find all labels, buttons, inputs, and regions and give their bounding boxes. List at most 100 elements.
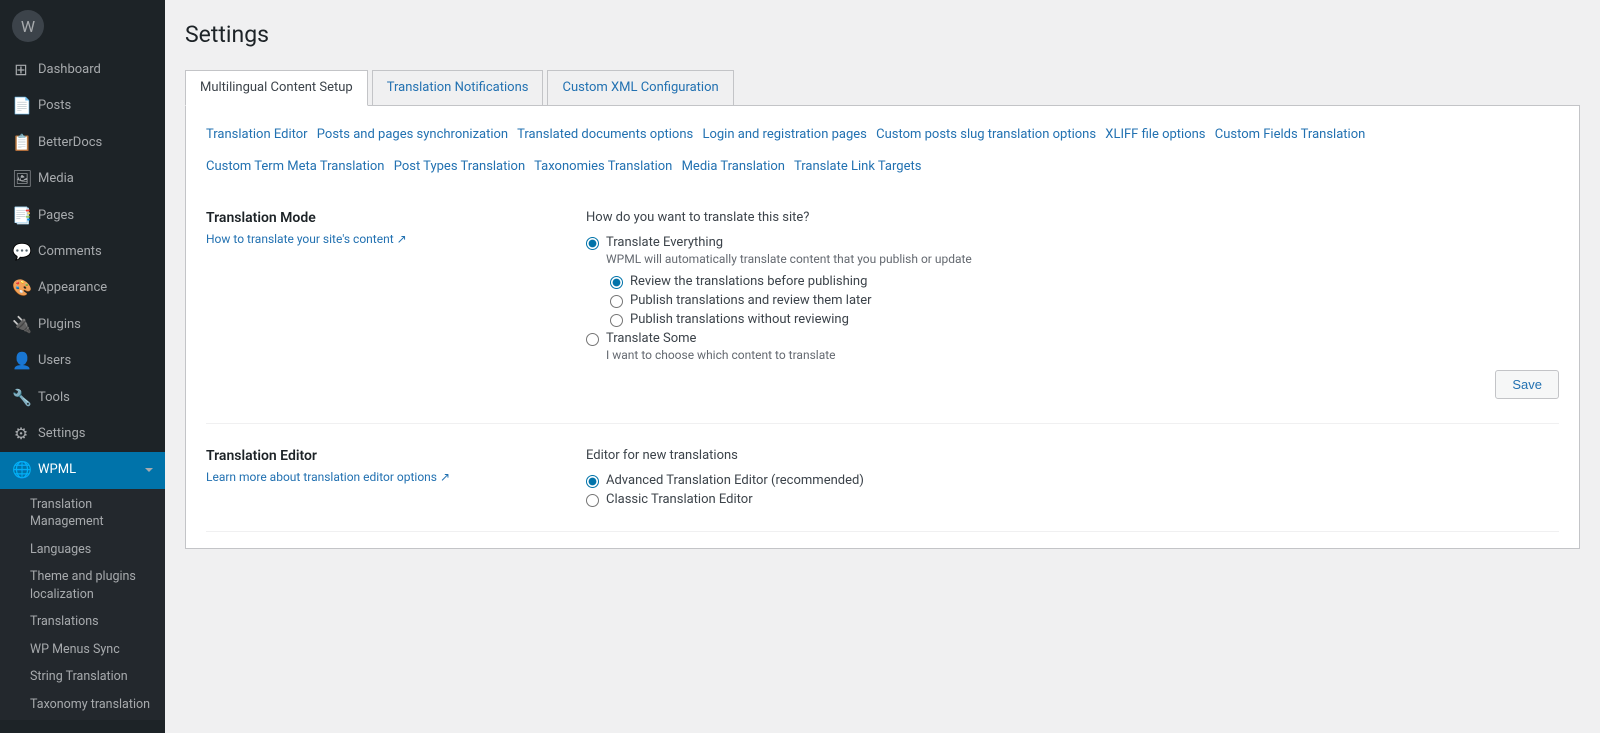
sidebar-item-tools[interactable]: 🔧 Tools — [0, 380, 165, 416]
sidebar-sub-taxonomy-translation[interactable]: Taxonomy translation — [0, 691, 165, 719]
tab-xml[interactable]: Custom XML Configuration — [547, 70, 733, 105]
sidebar-item-label: Plugins — [38, 316, 81, 334]
radio-publish-no-review[interactable] — [610, 314, 623, 327]
option-desc: I want to choose which content to transl… — [606, 348, 836, 362]
sidebar-item-label: Users — [38, 352, 71, 370]
sidebar-item-dashboard[interactable]: ⊞ Dashboard — [0, 52, 165, 88]
sidebar-item-plugins[interactable]: 🔌 Plugins — [0, 307, 165, 343]
link-translation-editor[interactable]: Translation Editor — [206, 127, 308, 142]
tab-notifications[interactable]: Translation Notifications — [372, 70, 544, 105]
sidebar: W ⊞ Dashboard 📄 Posts 📋 BetterDocs 🖼 Med… — [0, 0, 165, 733]
link-xliff[interactable]: XLIFF file options — [1105, 127, 1205, 142]
translation-mode-title: Translation Mode — [206, 210, 546, 226]
page-title: Settings — [185, 20, 1580, 50]
sub-option-label: Publish translations and review them lat… — [630, 293, 872, 308]
translation-editor-help-link[interactable]: Learn more about translation editor opti… — [206, 470, 450, 484]
tab-multilingual[interactable]: Multilingual Content Setup — [185, 70, 368, 106]
sidebar-sub-wp-menus-sync[interactable]: WP Menus Sync — [0, 636, 165, 664]
sidebar-item-posts[interactable]: 📄 Posts — [0, 88, 165, 124]
external-link-icon: ↗ — [397, 232, 407, 246]
sidebar-item-wpml[interactable]: 🌐 WPML — [0, 452, 165, 488]
sidebar-item-comments[interactable]: 💬 Comments — [0, 234, 165, 270]
betterdocs-icon: 📋 — [12, 132, 30, 154]
external-link-icon2: ↗ — [440, 470, 450, 484]
sidebar-item-betterdocs[interactable]: 📋 BetterDocs — [0, 125, 165, 161]
link-custom-fields[interactable]: Custom Fields Translation — [1215, 127, 1366, 142]
sidebar-item-appearance[interactable]: 🎨 Appearance — [0, 270, 165, 306]
radio-advanced-editor[interactable] — [586, 475, 599, 488]
option-label: Classic Translation Editor — [606, 492, 753, 507]
option-advanced-editor[interactable]: Advanced Translation Editor (recommended… — [586, 473, 1559, 488]
link-posts-sync[interactable]: Posts and pages synchronization — [317, 127, 508, 142]
sidebar-item-label: Settings — [38, 425, 85, 443]
wpml-arrow-icon — [145, 468, 153, 472]
sidebar-sub-languages[interactable]: Languages — [0, 536, 165, 564]
option-translate-some[interactable]: Translate Some I want to choose which co… — [586, 331, 1559, 362]
tools-icon: 🔧 — [12, 387, 30, 409]
link-translated-docs[interactable]: Translated documents options — [517, 127, 693, 142]
posts-icon: 📄 — [12, 95, 30, 117]
translation-editor-left: Translation Editor Learn more about tran… — [206, 448, 546, 507]
sidebar-item-label: Media — [38, 170, 74, 188]
sidebar-item-label: Appearance — [38, 279, 107, 297]
sub-label: Languages — [30, 542, 91, 557]
wp-logo-icon: W — [12, 10, 44, 42]
radio-publish-review-later[interactable] — [610, 295, 623, 308]
settings-icon: ⚙ — [12, 423, 30, 445]
sidebar-item-label: Tools — [38, 389, 70, 407]
settings-content-card: Translation Editor Posts and pages synch… — [185, 106, 1580, 549]
sub-option-publish-no-review[interactable]: Publish translations without reviewing — [610, 312, 1559, 327]
sidebar-sub-string-translation[interactable]: String Translation — [0, 663, 165, 691]
sub-label: Taxonomy translation — [30, 697, 150, 712]
sidebar-item-label: Comments — [38, 243, 102, 261]
dashboard-icon: ⊞ — [12, 59, 30, 81]
link-custom-term-meta[interactable]: Custom Term Meta Translation — [206, 159, 384, 174]
plugins-icon: 🔌 — [12, 314, 30, 336]
main-content: Settings Multilingual Content Setup Tran… — [165, 0, 1600, 733]
link-taxonomies[interactable]: Taxonomies Translation — [534, 159, 672, 174]
sidebar-item-label: Pages — [38, 207, 74, 225]
appearance-icon: 🎨 — [12, 277, 30, 299]
sidebar-item-label: WPML — [38, 461, 76, 479]
translation-editor-right: Editor for new translations Advanced Tra… — [586, 448, 1559, 507]
sidebar-item-media[interactable]: 🖼 Media — [0, 161, 165, 197]
sidebar-item-label: Dashboard — [38, 61, 101, 79]
link-translate-link-targets[interactable]: Translate Link Targets — [794, 159, 921, 174]
option-label: Translate Some — [606, 331, 836, 346]
translation-mode-help-link[interactable]: How to translate your site's content ↗ — [206, 232, 407, 246]
option-translate-everything[interactable]: Translate Everything WPML will automatic… — [586, 235, 1559, 266]
translation-editor-options: Advanced Translation Editor (recommended… — [586, 473, 1559, 507]
translation-mode-options: Translate Everything WPML will automatic… — [586, 235, 1559, 362]
link-post-types[interactable]: Post Types Translation — [394, 159, 525, 174]
sidebar-item-pages[interactable]: 📑 Pages — [0, 198, 165, 234]
radio-classic-editor[interactable] — [586, 494, 599, 507]
link-custom-posts-slug[interactable]: Custom posts slug translation options — [876, 127, 1096, 142]
radio-review-before[interactable] — [610, 276, 623, 289]
sidebar-sub-translation-management[interactable]: Translation Management — [0, 491, 165, 536]
sub-label: WP Menus Sync — [30, 642, 120, 657]
translation-editor-title: Translation Editor — [206, 448, 546, 464]
option-desc: WPML will automatically translate conten… — [606, 252, 972, 266]
sidebar-item-users[interactable]: 👤 Users — [0, 343, 165, 379]
pages-icon: 📑 — [12, 205, 30, 227]
sidebar-logo: W — [0, 0, 165, 52]
sub-option-review-before[interactable]: Review the translations before publishin… — [610, 274, 1559, 289]
sidebar-sub-translations[interactable]: Translations — [0, 608, 165, 636]
option-label: Advanced Translation Editor (recommended… — [606, 473, 864, 488]
link-login-registration[interactable]: Login and registration pages — [702, 127, 866, 142]
sidebar-item-settings[interactable]: ⚙ Settings — [0, 416, 165, 452]
link-media-translation[interactable]: Media Translation — [682, 159, 785, 174]
sidebar-sub-theme-plugins[interactable]: Theme and plugins localization — [0, 563, 165, 608]
save-button[interactable]: Save — [1495, 370, 1559, 399]
users-icon: 👤 — [12, 350, 30, 372]
option-label: Translate Everything — [606, 235, 972, 250]
section-link-text: Learn more about translation editor opti… — [206, 470, 437, 484]
media-icon: 🖼 — [12, 168, 30, 190]
sub-option-label: Publish translations without reviewing — [630, 312, 849, 327]
option-classic-editor[interactable]: Classic Translation Editor — [586, 492, 1559, 507]
radio-translate-everything[interactable] — [586, 237, 599, 250]
section-link-text: How to translate your site's content — [206, 232, 394, 246]
settings-links-row1: Translation Editor Posts and pages synch… — [206, 122, 1559, 148]
radio-translate-some[interactable] — [586, 333, 599, 346]
sub-option-publish-review-later[interactable]: Publish translations and review them lat… — [610, 293, 1559, 308]
